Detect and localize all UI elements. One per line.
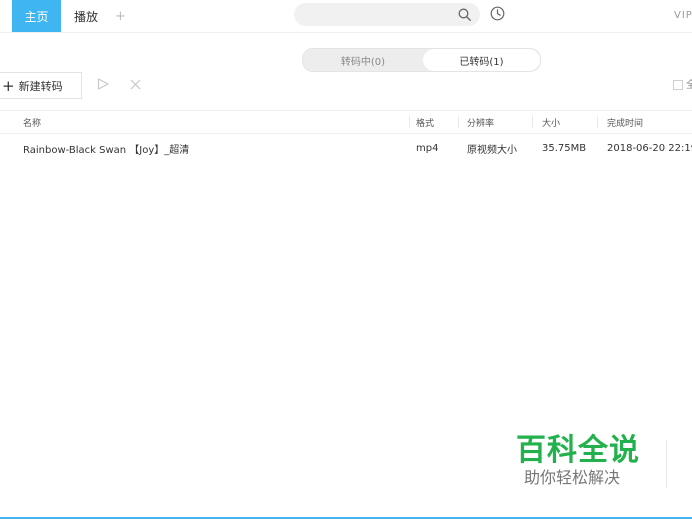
tab-home-label: 主页 [24, 9, 49, 24]
column-divider [532, 116, 533, 128]
close-icon[interactable] [130, 79, 141, 90]
column-header-finished[interactable]: 完成时间 [607, 111, 643, 133]
file-size: 35.75MB [542, 142, 587, 154]
finished-time: 2018-06-20 22:19 [607, 142, 692, 154]
new-convert-button[interactable]: + 新建转码 [0, 72, 82, 99]
column-header-size[interactable]: 大小 [542, 111, 560, 133]
add-tab-button[interactable]: + [115, 0, 126, 32]
search-icon[interactable] [458, 8, 471, 21]
new-convert-label: 新建转码 [18, 79, 63, 93]
status-switch: 转码中(0) 已转码(1) [302, 48, 541, 72]
select-all-checkbox[interactable] [673, 80, 683, 90]
divider [666, 440, 667, 488]
column-header-format[interactable]: 格式 [416, 111, 434, 133]
top-bar: 主页 播放 + VIP [0, 0, 692, 33]
plus-icon: + [2, 76, 15, 95]
column-header-resolution[interactable]: 分辨率 [467, 111, 494, 133]
column-header-name[interactable]: 名称 [23, 111, 41, 133]
watermark-title: 百科全说 [516, 433, 640, 468]
table-row[interactable]: Rainbow-Black Swan 【Joy】_超清 mp4 原视频大小 35… [0, 133, 692, 163]
select-all-label: 全 [686, 80, 692, 91]
tab-play[interactable]: 播放 [74, 0, 98, 32]
column-divider [597, 116, 598, 128]
search-input[interactable] [294, 3, 480, 26]
play-icon[interactable] [97, 78, 109, 90]
table-header: 名称 格式 分辨率 大小 完成时间 [0, 110, 692, 134]
history-icon[interactable] [490, 6, 505, 21]
file-resolution: 原视频大小 [467, 144, 517, 156]
vip-link[interactable]: VIP [674, 0, 692, 30]
watermark-subtitle: 助你轻松解决 [524, 468, 621, 487]
tab-converting-label: 转码中(0) [340, 56, 386, 68]
tab-converting[interactable]: 转码中(0) [303, 49, 423, 71]
file-format: mp4 [416, 142, 439, 154]
tab-play-label: 播放 [74, 9, 99, 24]
column-divider [409, 116, 410, 128]
tab-home[interactable]: 主页 [12, 0, 61, 32]
tab-converted[interactable]: 已转码(1) [423, 49, 540, 71]
file-name: Rainbow-Black Swan 【Joy】_超清 [23, 144, 190, 156]
column-divider [458, 116, 459, 128]
tab-converted-label: 已转码(1) [459, 56, 504, 68]
